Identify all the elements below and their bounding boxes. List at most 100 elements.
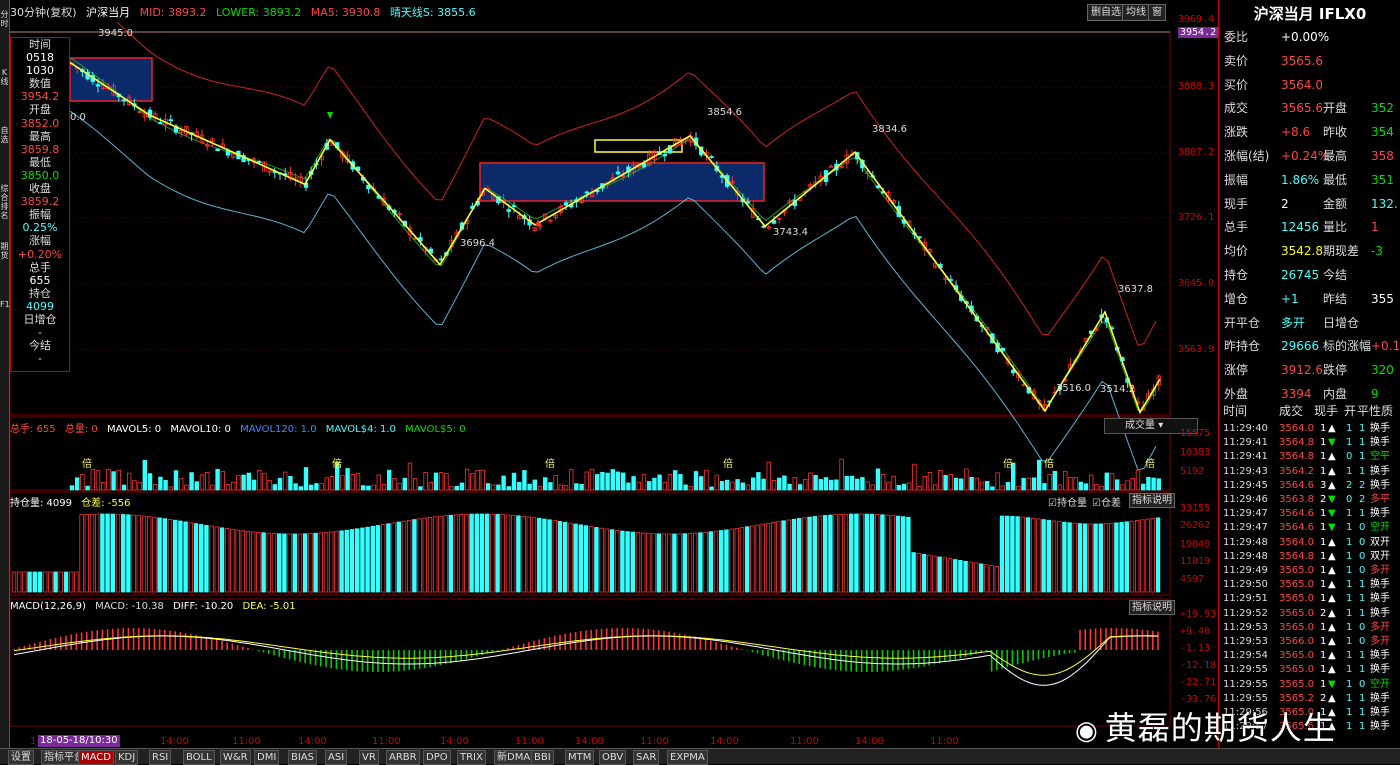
diff-checkbox[interactable]: ☑仓差 <box>1092 494 1121 509</box>
oi-bar <box>84 514 89 593</box>
volume-bar <box>574 483 579 491</box>
oi-bar <box>594 527 599 593</box>
volume-bar <box>444 473 449 491</box>
trade-nature: 换手 <box>1370 721 1390 733</box>
volume-bar <box>1026 477 1031 491</box>
oi-bar <box>724 529 729 593</box>
oi-bar <box>266 532 271 593</box>
trade-time: 11:29:46 <box>1223 494 1268 505</box>
info-box-field: - <box>38 352 42 366</box>
quote-label-2: 量比 <box>1323 220 1348 235</box>
trade-qty: 1 <box>1320 650 1327 662</box>
candle-body <box>829 165 834 168</box>
oi-bar <box>719 530 724 593</box>
volume-bar <box>241 474 246 491</box>
arrow-down-icon: ▼ <box>1328 508 1336 520</box>
quote-value-2: 358 <box>1371 149 1394 163</box>
trade-open: 1 <box>1346 579 1353 591</box>
macd-help-button[interactable]: 指标说明 <box>1129 600 1175 615</box>
trade-close: 0 <box>1359 550 1366 562</box>
volume-bar <box>615 471 621 491</box>
arrow-up-icon: ▲ <box>1328 607 1336 619</box>
oi-bar <box>297 533 303 593</box>
trade-qty: 1 <box>1320 550 1327 562</box>
oi-bar <box>282 533 287 593</box>
oi-bar <box>115 513 121 593</box>
trade-nature: 双开 <box>1370 550 1390 562</box>
oi-bar <box>635 532 641 593</box>
volume-bar <box>1120 484 1125 491</box>
oi-help-button[interactable]: 指标说明 <box>1129 493 1175 508</box>
volume-bar <box>1135 469 1141 491</box>
trade-row: 11:29:55 3565.0 1 ▼ 1 0 空开 <box>1219 678 1400 692</box>
oi-bar <box>521 515 526 593</box>
oi-bar <box>958 560 963 593</box>
avgline-button[interactable]: 均线 <box>1122 4 1150 21</box>
volume-bar <box>725 479 730 491</box>
oi-bar <box>443 515 448 593</box>
oi-bar <box>890 515 895 593</box>
left-nav-strip: 分时 K线自选综合排名期货 F10 <box>0 0 15 748</box>
info-box-field: 时间 <box>29 38 51 51</box>
oi-bar <box>235 529 240 593</box>
arrow-down-icon: ▼ <box>1328 437 1336 449</box>
window-button[interactable]: 窗 <box>1148 4 1166 21</box>
oi-bar <box>1057 521 1062 593</box>
volume-bar <box>964 468 969 491</box>
quote-row: 涨跌 +8.6 昨收 354 <box>1219 121 1400 144</box>
kline-chart[interactable]: 3945.0 3696.4 3854.6 3743.4 3834.6 3637.8 3516… <box>10 22 1218 748</box>
left-nav-item[interactable]: 期货 <box>0 242 9 292</box>
oi-bar <box>1088 523 1093 593</box>
oi-bar <box>245 530 251 593</box>
oi-bar <box>464 513 469 593</box>
oi-bar <box>386 523 391 593</box>
volume-bar <box>787 483 792 491</box>
volume-bar <box>688 486 693 491</box>
delete-watchlist-button[interactable]: 删自选 <box>1087 4 1125 21</box>
volume-bar <box>423 472 428 491</box>
oi-bar <box>932 555 937 593</box>
trade-row: 11:29:41 3564.8 1 ▼ 1 1 换手 <box>1219 436 1400 450</box>
oi-bar <box>760 523 765 593</box>
left-nav-item[interactable]: 综合排名 <box>0 184 9 234</box>
oi-bar <box>495 513 500 593</box>
oi-bar <box>776 521 781 593</box>
arrow-up-icon: ▲ <box>1328 579 1336 591</box>
volume-bar <box>709 486 714 491</box>
oi-bar <box>412 519 417 593</box>
left-nav-item[interactable]: 分时 <box>0 10 9 60</box>
volume-bar <box>288 476 293 491</box>
trade-time: 11:29:52 <box>1223 607 1268 619</box>
volume-bar <box>621 472 626 491</box>
quote-label-2: 昨结 <box>1323 291 1348 306</box>
trade-header-cell: 性质 <box>1369 404 1394 418</box>
quote-panel: 沪深当月 IFLX0 委比 +0.00% 卖价 3565.6 买价 3564.0 成交 356… <box>1218 0 1400 764</box>
volume-bar <box>116 469 121 491</box>
oi-bar <box>963 560 968 593</box>
info-box-field: 最低 <box>29 155 51 169</box>
volume-bar <box>132 480 137 491</box>
volume-bar <box>137 481 142 491</box>
oi-bar <box>360 527 365 593</box>
volume-bar <box>298 486 303 491</box>
left-nav-item[interactable]: 自选 <box>0 126 9 176</box>
oi-checkbox[interactable]: ☑持仓量 <box>1048 494 1087 509</box>
oi-bar <box>864 513 869 593</box>
oi-bar <box>1135 520 1140 593</box>
pivot-label: 3834.6 <box>872 124 907 135</box>
trade-close: 1 <box>1359 579 1366 591</box>
quote-row: 均价 3542.8 期现差 -3 <box>1219 240 1400 263</box>
left-nav-item[interactable]: F10 <box>0 300 15 350</box>
trade-price: 3565.0 <box>1279 593 1314 605</box>
trade-nature: 换手 <box>1370 579 1390 591</box>
trade-price: 3564.8 <box>1279 451 1314 463</box>
candle-body <box>584 191 589 194</box>
volume-bar <box>875 468 881 491</box>
left-nav-item[interactable]: K线 <box>0 68 9 118</box>
oi-bar <box>984 564 989 593</box>
period-label[interactable]: 30分钟(复权) <box>10 6 77 19</box>
oi-bar <box>505 514 511 593</box>
volume-bar <box>600 471 605 491</box>
oi-bar <box>427 517 433 593</box>
weibo-icon: ◉ <box>1075 716 1099 746</box>
